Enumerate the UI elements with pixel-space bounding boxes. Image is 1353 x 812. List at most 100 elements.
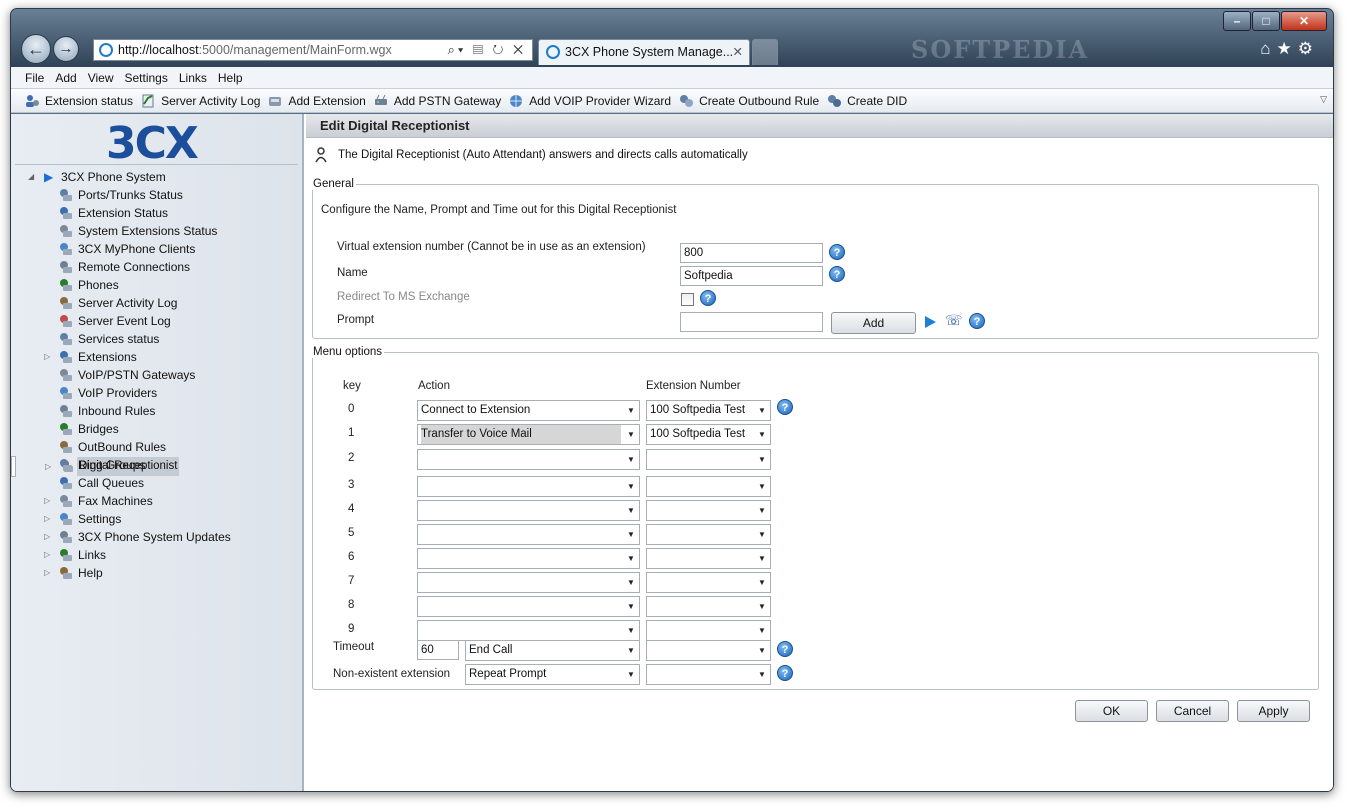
name-help-icon[interactable]: ? bbox=[829, 266, 845, 282]
address-bar[interactable]: http://localhost:5000/management/MainFor… bbox=[93, 39, 533, 61]
browser-tab[interactable]: 3CX Phone System Manage... ✕ bbox=[538, 39, 750, 65]
sidebar-item[interactable]: Extension Status bbox=[11, 204, 302, 222]
sidebar-item[interactable]: Ring Groups bbox=[11, 456, 302, 474]
menu-ext-select[interactable]: ▼ bbox=[646, 524, 771, 545]
menu-action-select[interactable]: ▼ bbox=[417, 548, 640, 569]
nonexistent-action-select[interactable]: Repeat Prompt ▼ bbox=[465, 664, 640, 685]
timeout-ext-select[interactable]: ▼ bbox=[646, 640, 771, 661]
favorites-star-icon[interactable]: ★ bbox=[1277, 39, 1298, 58]
menu-settings[interactable]: Settings bbox=[125, 71, 168, 85]
cancel-button[interactable]: Cancel bbox=[1156, 700, 1229, 722]
sidebar-item[interactable]: System Extensions Status bbox=[11, 222, 302, 240]
menu-action-select[interactable]: ▼ bbox=[417, 596, 640, 617]
prompt-add-button[interactable]: Add bbox=[831, 312, 916, 334]
prompt-help-icon[interactable]: ? bbox=[969, 313, 985, 329]
virtual-ext-help-icon[interactable]: ? bbox=[829, 244, 845, 260]
sidebar-item[interactable]: Ports/Trunks Status bbox=[11, 186, 302, 204]
expand-icon[interactable]: ▷ bbox=[44, 348, 54, 366]
menu-ext-select[interactable]: ▼ bbox=[646, 476, 771, 497]
toolbar-add-extension[interactable]: Add Extension bbox=[268, 94, 366, 108]
toolbar-server-activity-log[interactable]: Server Activity Log bbox=[141, 94, 260, 108]
menu-ext-select[interactable]: 100 Softpedia Test ▼ bbox=[646, 400, 771, 421]
event-log-icon bbox=[60, 315, 72, 327]
forward-button[interactable]: → bbox=[53, 36, 79, 62]
redirect-checkbox[interactable] bbox=[681, 293, 694, 306]
sidebar-item[interactable]: VoIP/PSTN Gateways bbox=[11, 366, 302, 384]
record-phone-icon[interactable]: ☏ bbox=[945, 312, 963, 328]
toolbar-extension-status[interactable]: Extension status bbox=[25, 94, 133, 108]
menu-ext-select[interactable]: ▼ bbox=[646, 572, 771, 593]
toolbar-add-voip-provider[interactable]: Add VOIP Provider Wizard bbox=[509, 94, 671, 108]
address-tools[interactable]: ⌕▾ ▤ ↻ ✕ bbox=[448, 40, 526, 60]
expand-icon[interactable]: ▷ bbox=[44, 492, 54, 510]
sidebar-item[interactable]: VoIP Providers bbox=[11, 384, 302, 402]
menu-action-select[interactable]: ▼ bbox=[417, 476, 640, 497]
sidebar-item[interactable]: Remote Connections bbox=[11, 258, 302, 276]
new-tab-button[interactable] bbox=[752, 39, 778, 65]
timeout-input[interactable]: 60 bbox=[417, 640, 459, 660]
menu-action-select[interactable]: ▼ bbox=[417, 524, 640, 545]
expand-icon[interactable]: ▷ bbox=[44, 546, 54, 564]
sidebar-item[interactable]: 3CX MyPhone Clients bbox=[11, 240, 302, 258]
expand-icon[interactable]: ▷ bbox=[44, 510, 54, 528]
menu-help[interactable]: Help bbox=[218, 71, 243, 85]
expand-icon[interactable]: ▷ bbox=[44, 564, 54, 582]
minimize-button[interactable]: – bbox=[1223, 11, 1251, 31]
menu-add[interactable]: Add bbox=[55, 71, 76, 85]
sidebar-item[interactable]: ▷ Extensions bbox=[11, 348, 302, 366]
tree-root[interactable]: ◢ ▶ 3CX Phone System bbox=[11, 168, 302, 186]
menu-ext-select[interactable]: 100 Softpedia Test ▼ bbox=[646, 424, 771, 445]
ok-button[interactable]: OK bbox=[1075, 700, 1148, 722]
apply-button[interactable]: Apply bbox=[1237, 700, 1310, 722]
sidebar-item[interactable]: Server Activity Log bbox=[11, 294, 302, 312]
timeout-action-select[interactable]: End Call ▼ bbox=[465, 640, 640, 661]
sidebar-item[interactable]: Phones bbox=[11, 276, 302, 294]
play-icon[interactable] bbox=[925, 316, 936, 328]
sidebar-item[interactable]: Services status bbox=[11, 330, 302, 348]
sidebar-item[interactable]: Inbound Rules bbox=[11, 402, 302, 420]
menu-action-select[interactable]: ▼ bbox=[417, 572, 640, 593]
sidebar-item[interactable]: OutBound Rules bbox=[11, 438, 302, 456]
collapse-icon[interactable]: ◢ bbox=[28, 168, 38, 186]
timeout-help-icon[interactable]: ? bbox=[777, 641, 793, 657]
name-input[interactable]: Softpedia bbox=[680, 266, 823, 286]
sidebar-item[interactable]: ▷ Settings bbox=[11, 510, 302, 528]
menu-ext-select[interactable]: ▼ bbox=[646, 548, 771, 569]
redirect-help-icon[interactable]: ? bbox=[700, 290, 716, 306]
close-button[interactable]: ✕ bbox=[1281, 11, 1327, 31]
toolbar-add-pstn-gateway[interactable]: Add PSTN Gateway bbox=[374, 94, 501, 108]
menu-action-select[interactable]: ▼ bbox=[417, 500, 640, 521]
gear-icon[interactable]: ⚙ bbox=[1298, 39, 1319, 58]
sidebar-item[interactable]: ▷ Fax Machines bbox=[11, 492, 302, 510]
home-icon[interactable]: ⌂ bbox=[1260, 39, 1276, 58]
sidebar-item[interactable]: ▷ 3CX Phone System Updates bbox=[11, 528, 302, 546]
tab-close-icon[interactable]: ✕ bbox=[733, 40, 743, 64]
nonexistent-help-icon[interactable]: ? bbox=[777, 665, 793, 681]
maximize-button[interactable]: □ bbox=[1252, 11, 1280, 31]
menu-action-select[interactable]: ▼ bbox=[417, 449, 640, 470]
prompt-input[interactable] bbox=[680, 312, 823, 332]
toolbar-create-did[interactable]: Create DID bbox=[827, 94, 907, 108]
menu-view[interactable]: View bbox=[88, 71, 114, 85]
sidebar-item[interactable]: Server Event Log bbox=[11, 312, 302, 330]
toolbar-create-outbound-rule[interactable]: Create Outbound Rule bbox=[679, 94, 819, 108]
menu-ext-select[interactable]: ▼ bbox=[646, 449, 771, 470]
menu-help-icon[interactable]: ? bbox=[777, 399, 793, 415]
toolbar-overflow-icon[interactable]: ▽ bbox=[1320, 94, 1327, 105]
menu-action-select[interactable]: ▼ bbox=[417, 620, 640, 641]
menu-action-select[interactable]: Transfer to Voice Mail ▼ bbox=[417, 424, 640, 445]
menu-ext-select[interactable]: ▼ bbox=[646, 596, 771, 617]
menu-links[interactable]: Links bbox=[179, 71, 207, 85]
menu-ext-select[interactable]: ▼ bbox=[646, 620, 771, 641]
sidebar-item[interactable]: ▷ Help bbox=[11, 564, 302, 582]
menu-ext-select[interactable]: ▼ bbox=[646, 500, 771, 521]
expand-icon[interactable]: ▷ bbox=[44, 528, 54, 546]
menu-file[interactable]: File bbox=[25, 71, 44, 85]
back-button[interactable]: ← bbox=[21, 34, 51, 64]
sidebar-item[interactable]: ▷ Links bbox=[11, 546, 302, 564]
nonexistent-ext-select[interactable]: ▼ bbox=[646, 664, 771, 685]
virtual-ext-input[interactable]: 800 bbox=[680, 243, 823, 263]
sidebar-item[interactable]: Call Queues bbox=[11, 474, 302, 492]
sidebar-item[interactable]: Bridges bbox=[11, 420, 302, 438]
menu-action-select[interactable]: Connect to Extension ▼ bbox=[417, 400, 640, 421]
